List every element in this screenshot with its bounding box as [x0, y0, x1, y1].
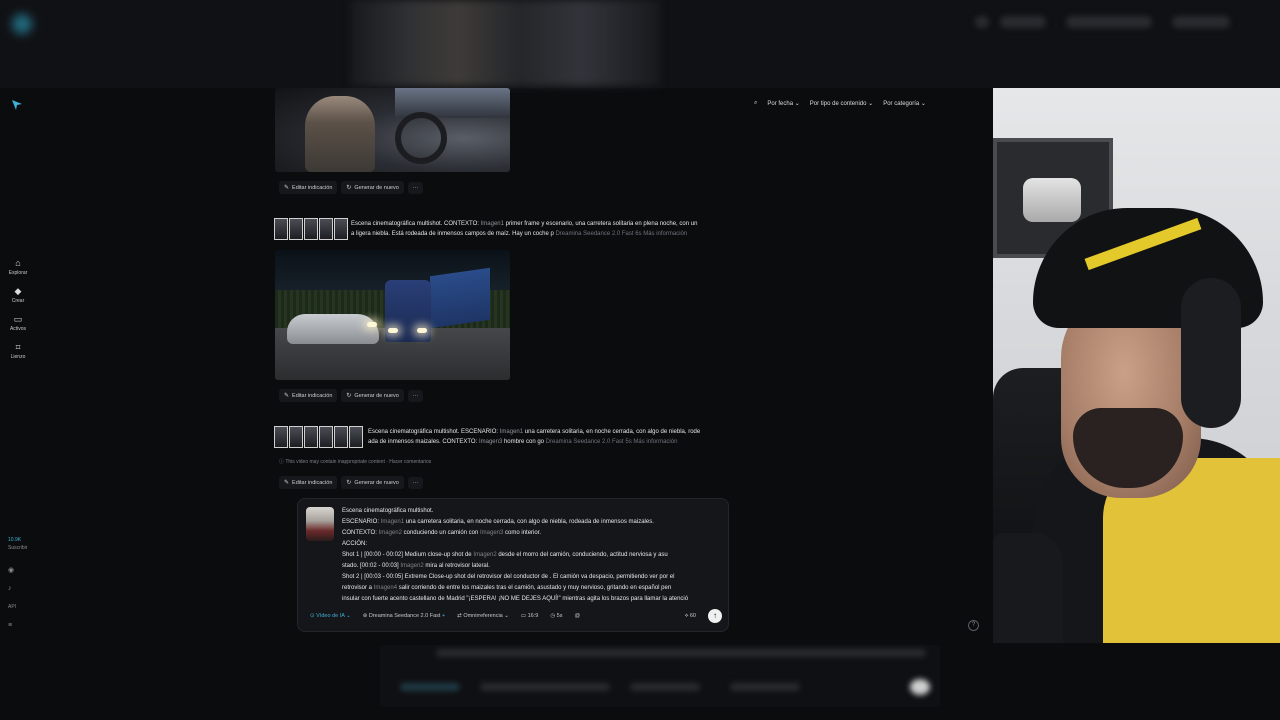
more-info-link[interactable]: Más información [633, 439, 677, 445]
regenerate-button[interactable]: ↻ Generar de nuevo [341, 389, 404, 402]
more-options-button[interactable]: ··· [407, 476, 424, 489]
prompt-input[interactable]: Escena cinematográfica multishot. ESCENA… [342, 506, 724, 605]
blurred-thumbnail-strip [350, 0, 660, 86]
filter-bar: ⌕ Por fecha ⌄ Por tipo de contenido ⌄ Po… [754, 96, 964, 110]
reference-images-strip [274, 218, 348, 242]
image-reference-tag: Imagen1 [499, 429, 524, 435]
item-actions: ✎ Editar indicación ↻ Generar de nuevo ··· [279, 389, 424, 402]
generated-video-thumbnail[interactable] [275, 88, 510, 172]
canvas-icon: ⌗ [15, 342, 21, 352]
api-link[interactable]: API [8, 604, 16, 610]
generated-video-thumbnail[interactable] [275, 250, 510, 380]
sidebar-item-label: Crear [11, 298, 25, 304]
filter-category[interactable]: Por categoría ⌄ [883, 100, 926, 107]
at-mention-icon[interactable]: @ [574, 613, 580, 619]
send-button[interactable]: ↑ [708, 609, 722, 623]
microphone [993, 533, 1063, 643]
more-options-button[interactable]: ··· [407, 181, 424, 194]
app-logo-icon[interactable] [10, 98, 24, 112]
image-reference-tag: Imagen2 [473, 552, 497, 558]
prompt-row[interactable]: Escena cinematográfica multishot. ESCENA… [274, 426, 754, 450]
help-icon[interactable]: ? [968, 620, 979, 631]
edit-icon: ✎ [284, 480, 290, 486]
reference-image-thumbnail[interactable] [306, 507, 334, 541]
edit-prompt-button[interactable]: ✎ Editar indicación [279, 476, 338, 489]
edit-icon: ✎ [284, 185, 290, 191]
mode-selector[interactable]: ⊙ Vídeo de IA ⌄ [310, 613, 351, 619]
sidebar: ⌂ Explorar ◆ Crear ▭ Activos ⌗ Lienzo 10… [0, 88, 36, 648]
edit-prompt-button[interactable]: ✎ Editar indicación [279, 181, 338, 194]
item-actions: ✎ Editar indicación ↻ Generar de nuevo ··· [279, 181, 424, 194]
credits-count: 10.9K [8, 537, 22, 543]
avatar[interactable]: ◉ [8, 566, 14, 574]
image-reference-tag: Imagen1 [480, 221, 504, 227]
sidebar-item-crear[interactable]: ◆ Crear [0, 286, 36, 304]
search-icon[interactable]: ⌕ [754, 100, 757, 107]
filter-date[interactable]: Por fecha ⌄ [767, 100, 799, 107]
more-options-button[interactable]: ··· [407, 389, 424, 402]
model-name: Dreamina Seedance 2.0 Fast [555, 231, 634, 237]
duration-label: 5s [625, 439, 632, 445]
refresh-icon: ↻ [346, 185, 352, 191]
sidebar-item-lienzo[interactable]: ⌗ Lienzo [0, 342, 36, 360]
menu-icon[interactable]: ≡ [8, 622, 12, 629]
regenerate-button[interactable]: ↻ Generar de nuevo [341, 181, 404, 194]
composer-toolbar: ⊙ Vídeo de IA ⌄ ⊛ Dreamina Seedance 2.0 … [310, 609, 722, 623]
image-reference-tag: Imagen1 [380, 519, 405, 525]
bottom-blurred-area [380, 645, 940, 707]
image-reference-tag: Imagen4 [373, 585, 398, 591]
image-reference-tag: Imagen3 [478, 439, 503, 445]
webcam-overlay [993, 88, 1280, 643]
model-selector[interactable]: ⊛ Dreamina Seedance 2.0 Fast + [363, 613, 445, 619]
app-logo-blurred [12, 14, 32, 34]
duration-selector[interactable]: ◷ 5s [550, 613, 562, 619]
edit-prompt-button[interactable]: ✎ Editar indicación [279, 389, 338, 402]
refresh-icon: ↻ [346, 480, 352, 486]
edit-icon: ✎ [284, 393, 290, 399]
sidebar-item-label: Explorar [8, 270, 28, 276]
prompt-row[interactable]: Escena cinematográfica multishot. CONTEX… [274, 218, 754, 242]
more-info-link[interactable]: Más información [643, 231, 687, 237]
sidebar-item-label: Activos [9, 326, 27, 332]
bell-icon[interactable]: ♪ [8, 585, 12, 592]
content-warning: ⓘ This video may contain inappropriate c… [279, 459, 432, 465]
item-actions: ✎ Editar indicación ↻ Generar de nuevo ··· [279, 476, 424, 489]
duration-label: 6s [635, 231, 642, 237]
sparkle-icon: ◆ [14, 286, 22, 296]
top-blurred-header [0, 0, 1280, 88]
subscribe-link[interactable]: Suscribir [8, 545, 27, 551]
headset [1181, 278, 1241, 428]
filter-content-type[interactable]: Por tipo de contenido ⌄ [810, 100, 873, 107]
sidebar-item-activos[interactable]: ▭ Activos [0, 314, 36, 332]
image-reference-tag: Imagen2 [400, 563, 424, 569]
aspect-ratio-selector[interactable]: ▭ 16:9 [521, 613, 538, 619]
prompt-text: Escena cinematográfica multishot. ESCENA… [368, 429, 701, 445]
info-icon: ⓘ [279, 459, 285, 465]
refresh-icon: ↻ [346, 393, 352, 399]
folder-icon: ▭ [13, 314, 23, 324]
model-name: Dreamina Seedance 2.0 Fast [545, 439, 624, 445]
sidebar-item-explorar[interactable]: ⌂ Explorar [0, 258, 36, 276]
image-reference-tag: Imagen2 [378, 530, 402, 536]
reference-images-strip [274, 426, 363, 450]
regenerate-button[interactable]: ↻ Generar de nuevo [341, 476, 404, 489]
credit-cost: ⟡ 60 [684, 612, 696, 619]
feedback-link[interactable]: Hacer comentarios [389, 459, 431, 465]
reference-mode-selector[interactable]: ⇄ Omnirreferencia ⌄ [457, 613, 509, 619]
prompt-text: Escena cinematográfica multishot. CONTEX… [351, 221, 698, 237]
image-reference-tag: Imagen3 [480, 530, 504, 536]
prompt-composer[interactable]: Escena cinematográfica multishot. ESCENA… [297, 498, 729, 632]
sidebar-item-label: Lienzo [10, 354, 26, 360]
home-icon: ⌂ [15, 258, 21, 268]
